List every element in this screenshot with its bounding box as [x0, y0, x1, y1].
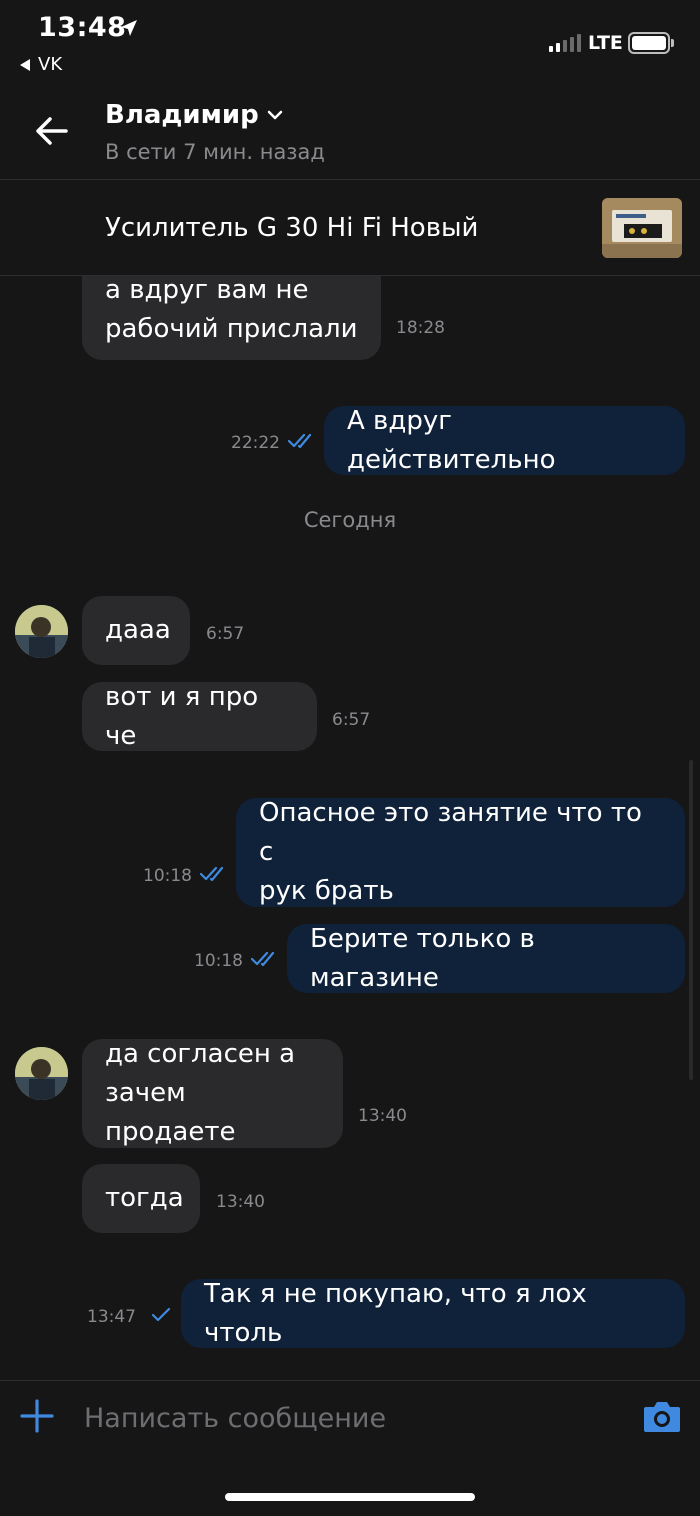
message-text-line: Берите только в магазине [310, 923, 535, 993]
back-app-label: VK [38, 54, 63, 75]
listing-title-overlay[interactable]: Усилитель G 30 Hi Fi Новый [105, 213, 478, 243]
message-text-line: а вдруг вам не [105, 275, 309, 305]
double-check-icon [200, 866, 224, 882]
message-text-line: Опасное это занятие что то с [259, 798, 642, 867]
message-time: 13:40 [358, 1106, 407, 1126]
message-bubble-incoming[interactable]: дааа [82, 596, 190, 665]
product-image [602, 198, 682, 258]
contact-name[interactable]: Владимир [105, 100, 283, 130]
message-text-line: тогда [105, 1183, 184, 1213]
back-arrow-icon[interactable] [34, 113, 70, 149]
message-bubble-outgoing[interactable]: Так я не покупаю, что я лох чтоль [181, 1279, 685, 1348]
double-check-icon [251, 951, 275, 967]
avatar-image [15, 605, 68, 658]
message-text-line: зачем продаете [105, 1078, 236, 1147]
single-check-icon [151, 1307, 171, 1322]
message-bubble-outgoing[interactable]: А вдруг действительно [324, 406, 685, 475]
battery-cap [671, 39, 674, 47]
message-text-line: да согласен а [105, 1039, 296, 1069]
message-bubble-outgoing[interactable]: Опасное это занятие что то с рук брать [236, 798, 685, 907]
avatar[interactable] [15, 1047, 68, 1100]
message-time: 13:47 [87, 1307, 136, 1327]
composer-divider [0, 1380, 700, 1381]
message-text-line: рабочий прислали [105, 314, 358, 344]
message-bubble-incoming[interactable]: тогда [82, 1164, 200, 1233]
status-time: 13:48 [38, 12, 127, 43]
camera-icon[interactable] [642, 1399, 682, 1433]
message-text-line: дааа [105, 615, 171, 645]
avatar[interactable] [15, 605, 68, 658]
message-time: 18:28 [396, 318, 445, 338]
message-text-line: рук брать [259, 876, 394, 906]
listing-thumbnail-overlay[interactable] [602, 198, 682, 258]
message-time: 10:18 [143, 866, 192, 886]
message-time: 6:57 [332, 710, 371, 730]
contact-name-label: Владимир [105, 100, 259, 130]
chevron-down-icon [267, 110, 282, 120]
message-bubble-incoming[interactable]: да согласен а зачем продаете [82, 1039, 343, 1148]
home-indicator[interactable] [225, 1493, 475, 1501]
back-triangle-icon [20, 58, 30, 71]
contact-status: В сети 7 мин. назад [105, 140, 325, 164]
message-bubble-outgoing[interactable]: Берите только в магазине [287, 924, 685, 993]
message-time: 22:22 [231, 433, 280, 453]
message-time: 6:57 [206, 624, 245, 644]
back-to-app-link[interactable]: VK [20, 54, 62, 75]
scroll-indicator[interactable] [689, 760, 693, 1080]
message-bubble-incoming[interactable]: вот и я про че [82, 682, 317, 751]
location-arrow-icon [121, 20, 137, 36]
battery-icon [628, 32, 670, 54]
message-text-line: вот и я про че [105, 681, 259, 751]
avatar-image [15, 1047, 68, 1100]
plus-icon[interactable] [19, 1398, 55, 1434]
message-time: 13:40 [216, 1192, 265, 1212]
date-separator: Сегодня [303, 508, 397, 532]
message-input[interactable] [84, 1396, 624, 1440]
double-check-icon [288, 433, 312, 449]
network-type: LTE [588, 32, 623, 54]
message-text-line: А вдруг действительно [347, 405, 556, 475]
message-time: 10:18 [194, 951, 243, 971]
signal-icon [549, 34, 581, 52]
message-text-line: Так я не покупаю, что я лох чтоль [204, 1278, 587, 1348]
listing-divider [0, 275, 700, 276]
